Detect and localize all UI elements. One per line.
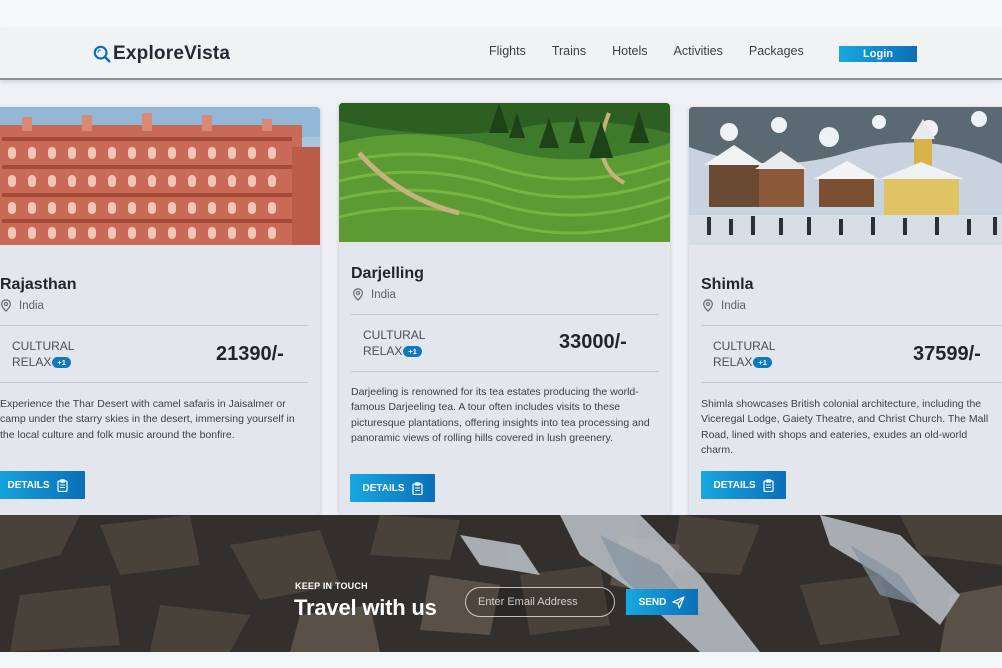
- tag-cultural: CULTURAL: [363, 328, 426, 342]
- newsletter-kicker: KEEP IN TOUCH: [295, 581, 368, 591]
- card-location: India: [702, 299, 746, 312]
- clipboard-icon: [762, 478, 774, 492]
- more-tags-badge: +1: [52, 357, 71, 369]
- card-description: Experience the Thar Desert with camel sa…: [0, 398, 295, 441]
- shimla-image: [689, 107, 1002, 245]
- destination-card-shimla: Shimla India CULTURAL RELAX +1 37599/- Sh…: [689, 107, 1002, 515]
- search-globe-icon: [93, 45, 111, 63]
- card-tags: CULTURAL RELAX +1: [713, 338, 775, 370]
- card-divider: [701, 382, 1002, 383]
- details-button[interactable]: DETAILS: [701, 471, 786, 499]
- clipboard-icon: [56, 478, 68, 492]
- card-location: India: [0, 299, 44, 312]
- card-city: Darjelling: [351, 265, 424, 282]
- card-divider: [0, 382, 308, 383]
- send-button[interactable]: SEND: [626, 589, 698, 615]
- card-price: 37599/-: [913, 343, 981, 365]
- card-divider: [0, 325, 308, 326]
- location-pin-icon: [352, 288, 364, 301]
- rocky-river-background: [0, 515, 1002, 652]
- card-country: India: [19, 299, 44, 312]
- more-tags-badge: +1: [753, 357, 772, 369]
- card-country: India: [721, 299, 746, 312]
- card-country: India: [371, 288, 396, 301]
- more-tags-badge: +1: [403, 346, 422, 358]
- newsletter-section: KEEP IN TOUCH Travel with us SEND: [0, 515, 1002, 652]
- card-description: Shimla showcases British colonial archit…: [701, 398, 989, 456]
- nav-flights[interactable]: Flights: [489, 44, 526, 58]
- card-divider: [701, 325, 1002, 326]
- details-button[interactable]: DETAILS: [350, 474, 435, 502]
- location-pin-icon: [0, 299, 12, 312]
- details-button[interactable]: DETAILS: [0, 471, 85, 499]
- nav-hotels[interactable]: Hotels: [612, 44, 647, 58]
- card-price: 33000/-: [559, 331, 627, 353]
- card-tags: CULTURAL RELAX +1: [363, 327, 425, 359]
- newsletter-heading: Travel with us: [294, 595, 437, 620]
- top-strip: [0, 0, 1002, 28]
- paper-plane-icon: [672, 595, 686, 609]
- destination-card-rajasthan: Rajasthan India CULTURAL RELAX +1 21390/-…: [0, 107, 320, 515]
- card-location: India: [352, 288, 396, 301]
- tag-relax: RELAX: [363, 344, 403, 358]
- bottom-strip: [0, 652, 1002, 668]
- tag-cultural: CULTURAL: [713, 339, 776, 353]
- card-tags: CULTURAL RELAX +1: [12, 338, 74, 370]
- brand-name: ExploreVista: [113, 43, 231, 64]
- tag-cultural: CULTURAL: [12, 339, 75, 353]
- main-nav: Flights Trains Hotels Activities Package…: [476, 44, 817, 58]
- nav-trains[interactable]: Trains: [552, 44, 586, 58]
- tag-relax: RELAX: [713, 355, 753, 369]
- darjelling-image: [339, 103, 670, 242]
- login-button[interactable]: Login: [839, 46, 917, 62]
- location-pin-icon: [702, 299, 714, 312]
- clipboard-icon: [411, 481, 423, 495]
- card-city: Rajasthan: [0, 276, 77, 293]
- card-city: Shimla: [701, 276, 754, 293]
- nav-packages[interactable]: Packages: [749, 44, 804, 58]
- tag-relax: RELAX: [12, 355, 52, 369]
- navbar: ExploreVista Flights Trains Hotels Activ…: [0, 28, 1002, 80]
- card-price: 21390/-: [216, 343, 284, 365]
- rajasthan-image: [0, 107, 320, 245]
- details-label: DETAILS: [713, 479, 756, 491]
- send-label: SEND: [638, 596, 667, 608]
- nav-activities[interactable]: Activities: [674, 44, 723, 58]
- details-label: DETAILS: [362, 482, 405, 494]
- details-label: DETAILS: [7, 479, 50, 491]
- card-divider: [351, 314, 659, 315]
- card-description: Darjeeling is renowned for its tea estat…: [351, 386, 650, 444]
- destination-card-darjelling: Darjelling India CULTURAL RELAX +1 33000/…: [339, 103, 670, 515]
- card-divider: [351, 371, 659, 372]
- email-input[interactable]: [465, 587, 615, 617]
- brand-logo[interactable]: ExploreVista: [93, 42, 230, 66]
